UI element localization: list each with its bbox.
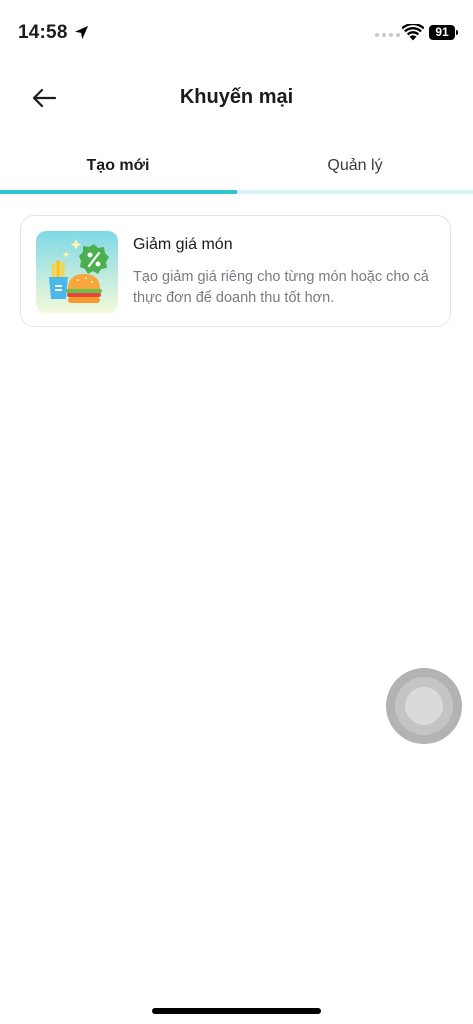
home-indicator[interactable] [152,1008,321,1014]
app-header: Khuyến mại [0,70,473,126]
assistive-touch-center [405,687,443,725]
page-title: Khuyến mại [179,86,294,108]
promo-card-title: Giảm giá món [133,236,233,253]
cellular-signal-icon [375,33,400,37]
status-bar: 14:58 91 [0,0,473,56]
tab-create-new[interactable]: Tạo mới [0,140,236,192]
battery-cap [456,30,458,35]
tab-active-indicator [0,190,237,194]
tab-manage[interactable]: Quản lý [237,140,473,192]
food-discount-icon [36,231,118,313]
status-time: 14:58 [18,22,68,43]
tab-bar: Tạo mới Quản lý [0,140,473,196]
location-arrow-icon [74,25,89,40]
battery-indicator: 91 [429,25,455,40]
assistive-touch-button[interactable] [386,668,462,744]
promo-card-item-discount[interactable]: Giảm giá món Tạo giảm giá riêng cho từng… [20,215,451,327]
promo-card-description: Tạo giảm giá riêng cho từng món hoặc cho… [133,269,429,306]
wifi-icon [402,24,424,41]
